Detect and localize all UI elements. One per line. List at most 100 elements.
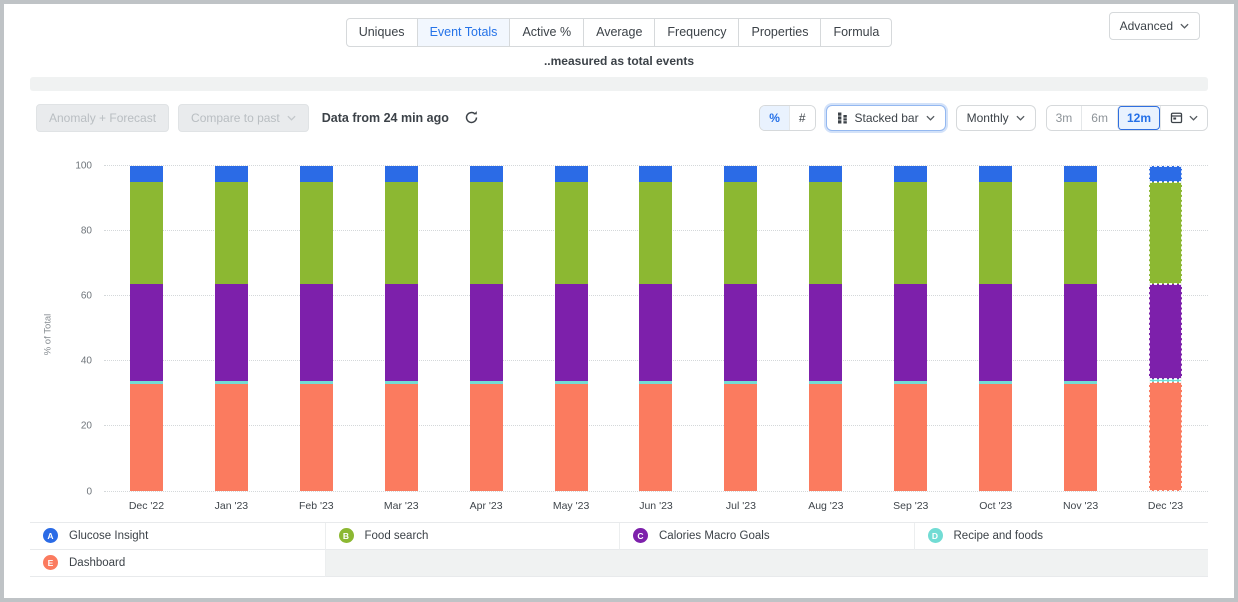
percent-toggle-button[interactable]: % [760, 106, 789, 130]
stacked-bar-mar-23[interactable] [385, 166, 418, 492]
tab-active[interactable]: Active % [509, 18, 584, 47]
stacked-bar-aug-23[interactable] [809, 166, 842, 492]
tab-frequency[interactable]: Frequency [654, 18, 739, 47]
stacked-bar-jan-23[interactable] [215, 166, 248, 492]
bar-segment-dashboard[interactable] [470, 384, 503, 492]
bar-segment-calories-macro-goals[interactable] [724, 284, 757, 380]
tab-uniques[interactable]: Uniques [346, 18, 418, 47]
bar-segment-calories-macro-goals[interactable] [1149, 284, 1182, 379]
stacked-bar-dec-23[interactable] [1149, 166, 1182, 492]
bar-segment-glucose-insight[interactable] [979, 166, 1012, 182]
stacked-bar-jul-23[interactable] [724, 166, 757, 492]
chart-type-dropdown[interactable]: Stacked bar [826, 105, 946, 131]
bar-segment-food-search[interactable] [470, 182, 503, 285]
bar-segment-dashboard[interactable] [809, 384, 842, 492]
bar-segment-food-search[interactable] [130, 182, 163, 285]
date-picker-button[interactable] [1160, 106, 1207, 130]
bar-segment-calories-macro-goals[interactable] [385, 284, 418, 380]
bar-segment-dashboard[interactable] [215, 384, 248, 492]
legend-label: Food search [365, 530, 429, 542]
bar-segment-food-search[interactable] [555, 182, 588, 285]
bar-segment-dashboard[interactable] [130, 384, 163, 492]
measure-tabs: UniquesEvent TotalsActive %AverageFreque… [4, 18, 1234, 47]
legend-item-food-search[interactable]: BFood search [325, 523, 620, 550]
legend-item-dashboard[interactable]: EDashboard [30, 550, 325, 577]
bar-segment-calories-macro-goals[interactable] [215, 284, 248, 380]
legend-item-calories-macro-goals[interactable]: CCalories Macro Goals [619, 523, 914, 550]
bar-segment-glucose-insight[interactable] [555, 166, 588, 182]
stacked-bar-oct-23[interactable] [979, 166, 1012, 492]
bar-segment-calories-macro-goals[interactable] [470, 284, 503, 380]
refresh-icon [464, 110, 479, 125]
bar-segment-food-search[interactable] [809, 182, 842, 285]
bar-segment-calories-macro-goals[interactable] [555, 284, 588, 380]
bar-column-dec-22 [104, 166, 189, 492]
legend-marker-a: A [43, 528, 58, 543]
chevron-down-icon [287, 115, 296, 121]
bar-segment-calories-macro-goals[interactable] [130, 284, 163, 380]
bar-segment-food-search[interactable] [639, 182, 672, 285]
y-axis-title: % of Total [43, 304, 54, 364]
bar-segment-calories-macro-goals[interactable] [979, 284, 1012, 380]
anomaly-forecast-button[interactable]: Anomaly + Forecast [36, 104, 169, 132]
bar-segment-dashboard[interactable] [894, 384, 927, 492]
header: UniquesEvent TotalsActive %AverageFreque… [4, 4, 1234, 68]
bar-column-oct-23 [953, 166, 1038, 492]
range-6m-button[interactable]: 6m [1081, 106, 1117, 130]
bar-segment-dashboard[interactable] [300, 384, 333, 492]
tab-properties[interactable]: Properties [738, 18, 821, 47]
bar-segment-dashboard[interactable] [979, 384, 1012, 492]
bar-segment-calories-macro-goals[interactable] [639, 284, 672, 380]
bar-segment-glucose-insight[interactable] [300, 166, 333, 182]
bar-segment-food-search[interactable] [215, 182, 248, 285]
tab-event-totals[interactable]: Event Totals [417, 18, 511, 47]
bar-segment-dashboard[interactable] [385, 384, 418, 492]
bar-segment-dashboard[interactable] [1149, 382, 1182, 491]
bar-segment-dashboard[interactable] [555, 384, 588, 492]
bar-segment-glucose-insight[interactable] [1064, 166, 1097, 182]
bar-segment-glucose-insight[interactable] [1149, 166, 1182, 182]
stacked-bar-nov-23[interactable] [1064, 166, 1097, 492]
bar-segment-calories-macro-goals[interactable] [300, 284, 333, 380]
bar-segment-calories-macro-goals[interactable] [1064, 284, 1097, 380]
bar-segment-glucose-insight[interactable] [809, 166, 842, 182]
stacked-bar-feb-23[interactable] [300, 166, 333, 492]
bar-segment-glucose-insight[interactable] [215, 166, 248, 182]
number-toggle-button[interactable]: # [789, 106, 815, 130]
advanced-button[interactable]: Advanced [1109, 12, 1200, 40]
bar-segment-glucose-insight[interactable] [724, 166, 757, 182]
bar-segment-glucose-insight[interactable] [385, 166, 418, 182]
stacked-bar-jun-23[interactable] [639, 166, 672, 492]
compare-to-past-dropdown[interactable]: Compare to past [178, 104, 309, 132]
bar-segment-glucose-insight[interactable] [639, 166, 672, 182]
bar-segment-glucose-insight[interactable] [470, 166, 503, 182]
range-12m-button[interactable]: 12m [1117, 106, 1160, 130]
stacked-bar-may-23[interactable] [555, 166, 588, 492]
bar-column-jan-23 [189, 166, 274, 492]
bar-segment-food-search[interactable] [894, 182, 927, 285]
stacked-bar-sep-23[interactable] [894, 166, 927, 492]
range-3m-button[interactable]: 3m [1047, 106, 1082, 130]
bar-segment-food-search[interactable] [1064, 182, 1097, 285]
bar-segment-food-search[interactable] [300, 182, 333, 285]
bar-segment-calories-macro-goals[interactable] [894, 284, 927, 380]
bar-column-apr-23 [444, 166, 529, 492]
legend-item-recipe-and-foods[interactable]: DRecipe and foods [914, 523, 1209, 550]
tab-formula[interactable]: Formula [820, 18, 892, 47]
legend-item-glucose-insight[interactable]: AGlucose Insight [30, 523, 325, 550]
bar-segment-food-search[interactable] [724, 182, 757, 285]
bar-segment-food-search[interactable] [979, 182, 1012, 285]
bar-segment-dashboard[interactable] [1064, 384, 1097, 492]
bar-segment-glucose-insight[interactable] [130, 166, 163, 182]
bar-segment-dashboard[interactable] [724, 384, 757, 492]
bar-segment-food-search[interactable] [385, 182, 418, 285]
stacked-bar-dec-22[interactable] [130, 166, 163, 492]
bar-segment-food-search[interactable] [1149, 182, 1182, 285]
bar-segment-glucose-insight[interactable] [894, 166, 927, 182]
bar-segment-dashboard[interactable] [639, 384, 672, 492]
interval-dropdown[interactable]: Monthly [956, 105, 1036, 131]
refresh-button[interactable] [464, 110, 479, 125]
tab-average[interactable]: Average [583, 18, 655, 47]
stacked-bar-apr-23[interactable] [470, 166, 503, 492]
bar-segment-calories-macro-goals[interactable] [809, 284, 842, 380]
